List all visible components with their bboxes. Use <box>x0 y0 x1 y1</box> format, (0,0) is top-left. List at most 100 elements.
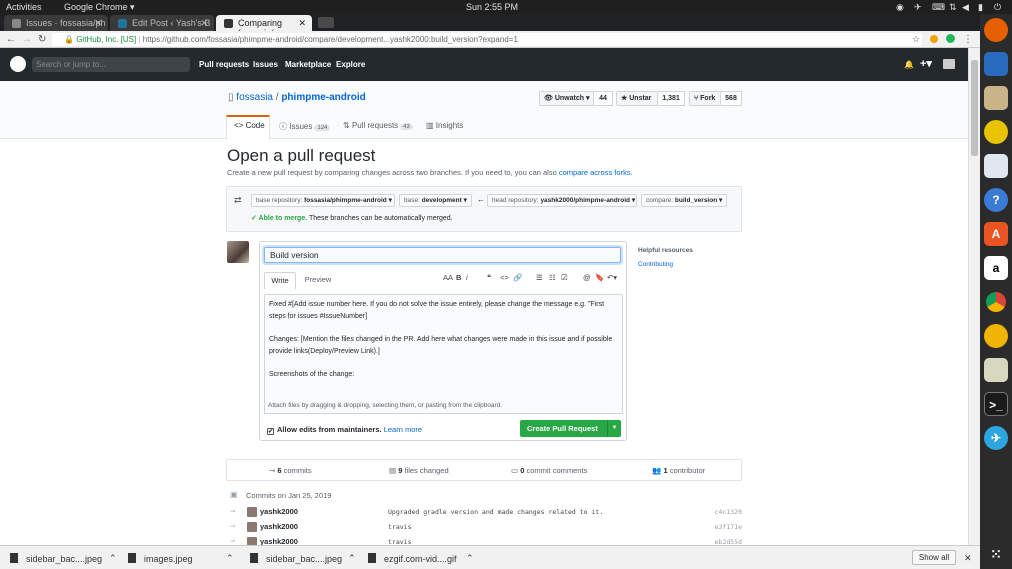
commit-author[interactable]: yashk2000 <box>260 522 298 531</box>
commit-comments-summary[interactable]: ▭ 0 commit comments <box>511 466 587 475</box>
allow-edits-checkbox[interactable]: ✔ Allow edits from maintainers. Learn mor… <box>267 425 422 435</box>
task-list-icon[interactable]: ☑ <box>561 273 568 282</box>
star-count[interactable]: 1,381 <box>658 91 685 106</box>
app-grid-icon[interactable]: ⁙ <box>984 542 1008 566</box>
commit-message[interactable]: Upgraded gradle version and made changes… <box>388 508 603 516</box>
repo-owner-link[interactable]: fossasia <box>236 92 273 103</box>
rhythmbox-icon[interactable] <box>984 120 1008 144</box>
body-textarea[interactable]: Fixed #[Add issue number here. If you do… <box>264 294 623 414</box>
avatar[interactable] <box>247 537 257 545</box>
avatar-menu[interactable] <box>943 59 955 69</box>
commits-summary[interactable]: ⊸ 6 commits <box>269 466 312 475</box>
checkbox-checked-icon[interactable]: ✔ <box>267 428 274 435</box>
quote-icon[interactable]: ❝ <box>487 273 491 282</box>
network-icon[interactable]: ⇅ <box>949 2 957 13</box>
chrome-tray-icon[interactable]: ◉ <box>896 2 904 13</box>
help-icon[interactable]: ? <box>984 188 1008 212</box>
close-icon[interactable]: ✕ <box>94 18 102 29</box>
tab-preview[interactable]: Preview <box>300 272 336 289</box>
create-new-icon[interactable]: +▾ <box>920 57 932 70</box>
extension-icon[interactable] <box>930 35 938 43</box>
commit-author[interactable]: yashk2000 <box>260 537 298 545</box>
thunderbird-icon[interactable] <box>984 52 1008 76</box>
bell-icon[interactable]: 🔔 <box>904 60 914 69</box>
new-tab-button[interactable] <box>318 17 334 28</box>
avatar[interactable] <box>247 507 257 517</box>
watch-button[interactable]: 👁 Unwatch ▾ <box>539 91 594 106</box>
firefox-icon[interactable] <box>984 18 1008 42</box>
bookmark-star-icon[interactable]: ☆ <box>912 34 920 45</box>
image-viewer-icon[interactable] <box>984 358 1008 382</box>
numbered-list-icon[interactable]: ☷ <box>549 273 556 282</box>
learn-more-link[interactable]: Learn more <box>384 425 422 434</box>
link-icon[interactable]: 🔗 <box>513 273 522 282</box>
reply-icon[interactable]: ↶▾ <box>607 273 617 282</box>
volume-icon[interactable]: ◀ <box>962 2 969 13</box>
chevron-up-icon[interactable]: ⌃ <box>226 553 234 564</box>
app-menu[interactable]: Google Chrome ▾ <box>64 2 135 13</box>
telegram-icon[interactable]: ✈ <box>984 426 1008 450</box>
writer-icon[interactable] <box>984 154 1008 178</box>
tab-write[interactable]: Write <box>264 272 296 289</box>
browser-tab-3[interactable]: Comparing fossasia/ ✕ <box>216 15 312 38</box>
star-button[interactable]: ★ Unstar <box>616 91 658 106</box>
commit-sha[interactable]: e2f171e <box>715 523 742 531</box>
keyboard-icon[interactable]: ⌨ <box>932 2 945 13</box>
grammarly-icon[interactable] <box>946 34 955 43</box>
nav-explore[interactable]: Explore <box>336 60 365 69</box>
browser-tab-1[interactable]: Issues · fossasia/ph ✕ <box>4 15 108 31</box>
base-repository-select[interactable]: base repository: fossasia/phimpme-androi… <box>251 194 395 207</box>
tab-issues[interactable]: ⓘ Issues 124 <box>279 121 331 132</box>
amazon-icon[interactable]: a <box>984 256 1008 280</box>
avatar[interactable] <box>227 241 249 263</box>
nav-marketplace[interactable]: Marketplace <box>285 60 331 69</box>
close-icon[interactable]: ✕ <box>298 18 306 29</box>
download-item[interactable]: sidebar_bac....jpeg <box>10 553 102 564</box>
download-item[interactable]: images.jpeg <box>128 553 193 564</box>
files-icon[interactable] <box>984 86 1008 110</box>
download-item[interactable]: sidebar_bac....jpeg <box>250 553 342 564</box>
back-icon[interactable]: ← <box>6 34 16 45</box>
code-icon[interactable]: <> <box>500 273 509 282</box>
github-logo-icon[interactable] <box>10 56 26 72</box>
fork-button[interactable]: ⑂ Fork <box>689 91 721 106</box>
battery-icon[interactable]: ▮ <box>978 2 983 13</box>
reload-icon[interactable]: ↻ <box>38 34 46 45</box>
commit-author[interactable]: yashk2000 <box>260 507 298 516</box>
chevron-up-icon[interactable]: ⌃ <box>348 553 356 564</box>
terminal-icon[interactable]: >_ <box>984 392 1008 416</box>
close-icon[interactable]: ✕ <box>964 553 972 564</box>
commit-sha[interactable]: eb2d55d <box>715 538 742 545</box>
heading-icon[interactable]: AA <box>443 273 453 282</box>
avatar[interactable] <box>247 522 257 532</box>
dropdown-caret-icon[interactable]: ▼ <box>607 420 621 437</box>
tab-insights[interactable]: ▥ Insights <box>426 121 463 130</box>
close-icon[interactable]: ✕ <box>200 18 208 29</box>
nav-issues[interactable]: Issues <box>253 60 278 69</box>
saved-reply-icon[interactable]: 🔖 <box>595 273 604 282</box>
bold-icon[interactable]: B <box>456 273 461 282</box>
chevron-up-icon[interactable]: ⌃ <box>466 553 474 564</box>
tab-code-label[interactable]: <> Code <box>234 121 265 130</box>
title-input[interactable]: Build version <box>264 247 621 263</box>
fork-count[interactable]: 568 <box>721 91 742 106</box>
head-repository-select[interactable]: head repository: yashk2000/phimpme-andro… <box>487 194 637 207</box>
bulleted-list-icon[interactable]: ☰ <box>536 273 543 282</box>
commit-message[interactable]: travis <box>388 538 411 545</box>
address-bar[interactable]: 🔒 GitHub, Inc. [US] | https://github.com… <box>52 33 922 46</box>
power-icon[interactable]: ⏻ <box>994 2 1001 13</box>
files-changed-summary[interactable]: ▤ 9 files changed <box>389 466 449 475</box>
commit-message[interactable]: travis <box>388 523 411 531</box>
watch-count[interactable]: 44 <box>594 91 613 106</box>
browser-tab-2[interactable]: Edit Post ‹ Yash's B ✕ <box>110 15 214 31</box>
chevron-up-icon[interactable]: ⌃ <box>109 553 117 564</box>
mention-icon[interactable]: @ <box>583 273 591 282</box>
activities-button[interactable]: Activities <box>6 2 42 12</box>
vertical-scrollbar[interactable] <box>968 48 980 545</box>
monkey-app-icon[interactable] <box>984 324 1008 348</box>
telegram-tray-icon[interactable]: ✈ <box>914 2 922 13</box>
compare-branch-select[interactable]: compare: build_version ▾ <box>641 194 727 207</box>
contributing-link[interactable]: Contributing <box>638 261 673 268</box>
compare-forks-link[interactable]: compare across forks. <box>559 168 633 177</box>
menu-icon[interactable]: ⋮ <box>963 34 973 45</box>
